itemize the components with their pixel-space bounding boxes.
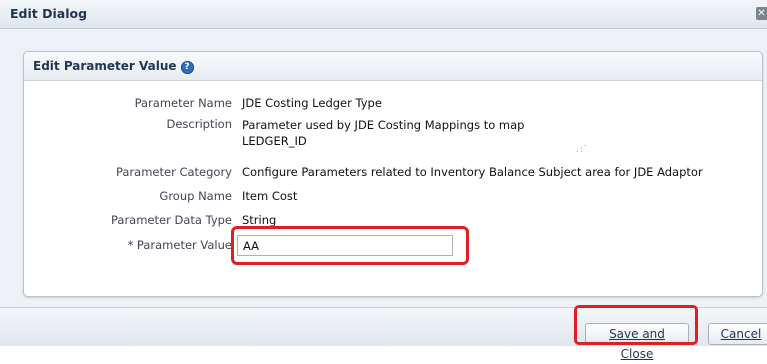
description-label: Description: [166, 117, 233, 131]
parameter-name-value: JDE Costing Ledger Type: [242, 96, 382, 110]
close-icon[interactable]: ✕: [756, 7, 767, 20]
group-name-value: Item Cost: [242, 189, 298, 203]
edit-dialog: Edit Dialog ✕ Edit Parameter Value? Para…: [0, 0, 767, 361]
parameter-data-type-value: String: [242, 213, 277, 227]
parameter-category-label: Parameter Category: [115, 165, 232, 179]
parameter-value-label: * Parameter Value: [127, 238, 232, 252]
resize-grip: ..:: [576, 139, 588, 155]
group-name-label: Group Name: [159, 189, 232, 203]
parameter-data-type-label: Parameter Data Type: [110, 213, 232, 227]
dialog-titlebar: Edit Dialog ✕: [0, 0, 767, 29]
input-highlight-box: [231, 226, 469, 265]
description-value: Parameter used by JDE Costing Mappings t…: [242, 118, 525, 148]
panel-title-text: Edit Parameter Value: [33, 59, 177, 73]
panel-title: Edit Parameter Value?: [33, 59, 194, 74]
cancel-button[interactable]: Cancel: [708, 323, 767, 345]
parameter-name-label: Parameter Name: [134, 96, 232, 110]
parameter-category-value: Configure Parameters related to Inventor…: [242, 165, 703, 179]
help-icon[interactable]: ?: [180, 61, 194, 74]
save-highlight-box: [574, 305, 698, 345]
panel-header: Edit Parameter Value?: [24, 52, 762, 81]
dialog-title: Edit Dialog: [10, 6, 88, 21]
